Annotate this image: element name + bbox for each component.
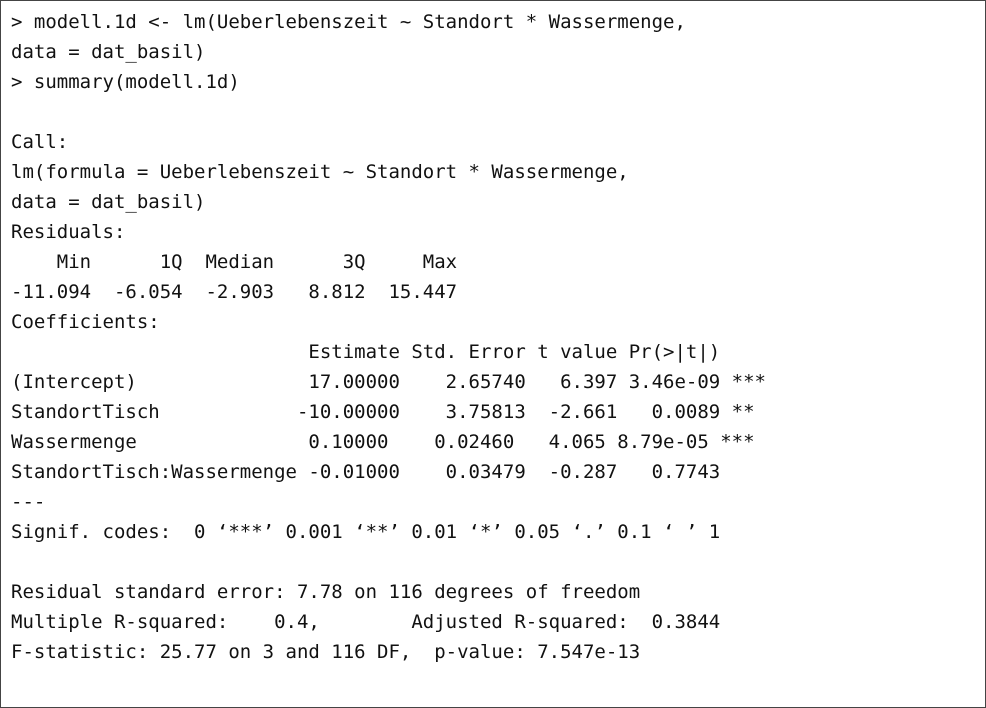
- residual-standard-error-line: Residual standard error: 7.78 on 116 deg…: [11, 581, 641, 603]
- separator-line: ---: [11, 491, 46, 513]
- residuals-heading: Residuals:: [11, 221, 126, 243]
- coefficients-heading: Coefficients:: [11, 311, 160, 333]
- coefficient-row: StandortTisch -10.00000 3.75813 -2.661 0…: [11, 401, 755, 423]
- coefficients-header-row: Estimate Std. Error t value Pr(>|t|): [11, 341, 721, 363]
- call-heading: Call:: [11, 131, 69, 153]
- residuals-values-row: -11.094 -6.054 -2.903 8.812 15.447: [11, 281, 458, 303]
- signif-codes-line: Signif. codes: 0 ‘***’ 0.001 ‘**’ 0.01 ‘…: [11, 521, 721, 543]
- call-formula: lm(formula = Ueberlebenszeit ~ Standort …: [11, 161, 629, 183]
- call-formula-continuation: data = dat_basil): [11, 191, 206, 213]
- f-statistic-line: F-statistic: 25.77 on 3 and 116 DF, p-va…: [11, 641, 641, 663]
- coefficient-row: StandortTisch:Wassermenge -0.01000 0.034…: [11, 461, 721, 483]
- command-line: > modell.1d <- lm(Ueberlebenszeit ~ Stan…: [11, 11, 686, 33]
- r-console-output: > modell.1d <- lm(Ueberlebenszeit ~ Stan…: [0, 0, 986, 708]
- r-squared-line: Multiple R-squared: 0.4, Adjusted R-squa…: [11, 611, 721, 633]
- residuals-header-row: Min 1Q Median 3Q Max: [11, 251, 458, 273]
- command-line-continuation: data = dat_basil): [11, 41, 206, 63]
- coefficient-row: (Intercept) 17.00000 2.65740 6.397 3.46e…: [11, 371, 766, 393]
- console-text: > modell.1d <- lm(Ueberlebenszeit ~ Stan…: [1, 1, 985, 667]
- coefficient-row: Wassermenge 0.10000 0.02460 4.065 8.79e-…: [11, 431, 755, 453]
- command-line: > summary(modell.1d): [11, 71, 240, 93]
